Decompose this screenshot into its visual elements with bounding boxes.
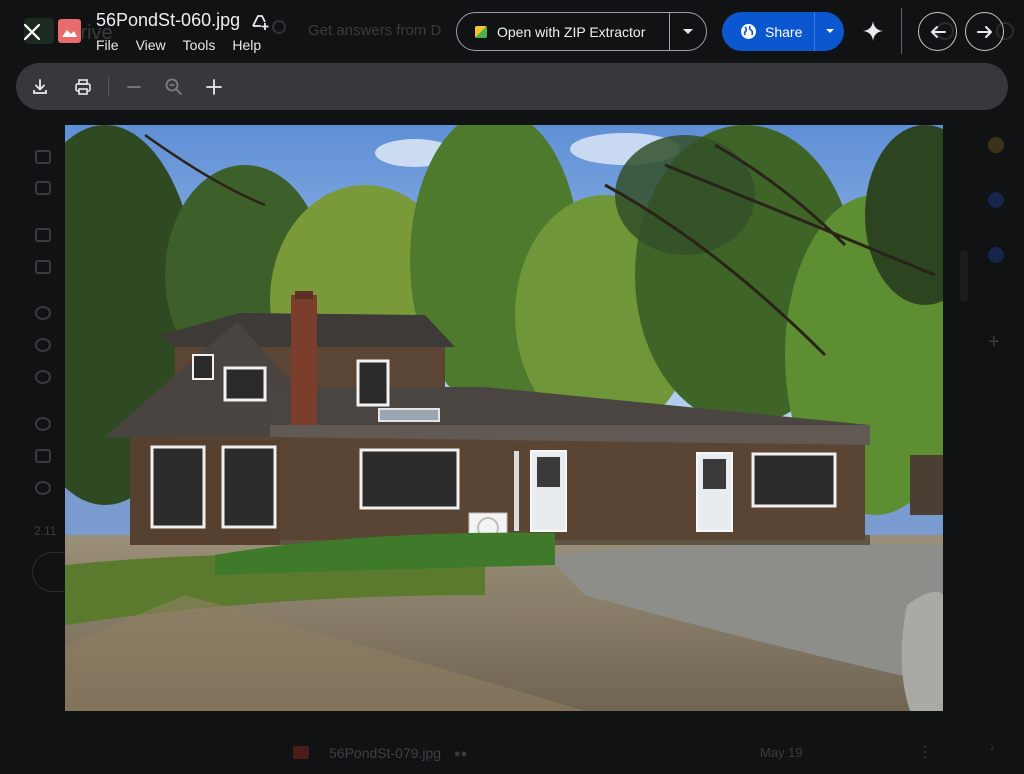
spam-icon (35, 417, 51, 431)
menu-bar: File View Tools Help (96, 37, 261, 53)
globe-icon (741, 24, 756, 39)
add-to-drive-icon (252, 15, 269, 30)
shared-people-icon: ●● (454, 748, 468, 760)
chevron-down-icon (825, 29, 834, 33)
viewer-toolbar (16, 63, 1008, 110)
scrollbar (960, 250, 968, 302)
shared-icon (35, 306, 51, 320)
sparkle-icon (863, 21, 883, 41)
magnifier-icon (165, 78, 182, 95)
toolbar-divider (108, 77, 109, 96)
print-icon (75, 79, 91, 95)
image-preview (65, 125, 943, 711)
recent-icon (35, 338, 51, 352)
zoom-out-button[interactable] (121, 74, 147, 100)
download-button[interactable] (27, 74, 53, 100)
computers-icon (35, 260, 51, 274)
keep-icon (988, 137, 1004, 153)
activity-icon (35, 181, 51, 195)
viewer-header: 56PondSt-060.jpg File View Tools Help Op… (0, 0, 1024, 62)
share-control: Share (722, 12, 844, 51)
menu-tools[interactable]: Tools (183, 37, 216, 53)
starred-icon (35, 370, 51, 384)
share-dropdown-button[interactable] (815, 12, 844, 51)
tasks-icon (988, 192, 1004, 208)
file-row: 56PondSt-079.jpg ●● May 19 ⋮ › (0, 732, 1024, 772)
chevron-down-icon (683, 28, 693, 34)
add-to-drive-button[interactable] (249, 10, 271, 32)
plus-icon (206, 79, 222, 95)
storage-icon (35, 481, 51, 495)
file-title: 56PondSt-060.jpg (96, 10, 241, 30)
arrow-left-icon (930, 25, 946, 38)
zoom-in-button[interactable] (201, 74, 227, 100)
zip-extractor-icon (475, 25, 487, 38)
open-with-label: Open with ZIP Extractor (497, 23, 646, 40)
menu-view[interactable]: View (136, 37, 166, 53)
open-with-control: Open with ZIP Extractor (456, 12, 707, 51)
zoom-fit-button[interactable] (161, 74, 187, 100)
image-file-icon (293, 746, 309, 759)
chevron-right-icon: › (990, 738, 995, 754)
print-button[interactable] (70, 74, 96, 100)
add-addon-icon: + (988, 331, 1000, 353)
my-drive-icon (35, 228, 51, 242)
close-button[interactable] (14, 14, 50, 50)
open-with-button[interactable]: Open with ZIP Extractor (457, 13, 669, 50)
image-file-icon (58, 19, 81, 43)
arrow-right-icon (976, 25, 992, 38)
download-icon (33, 79, 47, 94)
home-icon (35, 150, 51, 164)
close-icon (23, 23, 41, 41)
share-label: Share (765, 23, 803, 40)
file-date: May 19 (760, 745, 803, 760)
house-photo (65, 125, 943, 711)
nav-divider (901, 8, 902, 54)
next-button[interactable] (965, 12, 1004, 51)
menu-help[interactable]: Help (232, 37, 261, 53)
storage-text: 2.11 (34, 524, 57, 538)
previous-button[interactable] (918, 12, 957, 51)
minus-icon (127, 86, 141, 88)
share-button[interactable]: Share (722, 12, 814, 51)
trash-icon (35, 449, 51, 463)
menu-file[interactable]: File (96, 37, 119, 53)
contacts-icon (988, 247, 1004, 263)
gemini-button[interactable] (858, 16, 888, 46)
file-name: 56PondSt-079.jpg (329, 745, 442, 761)
open-with-dropdown-button[interactable] (670, 13, 706, 50)
more-options-icon: ⋮ (917, 744, 933, 761)
